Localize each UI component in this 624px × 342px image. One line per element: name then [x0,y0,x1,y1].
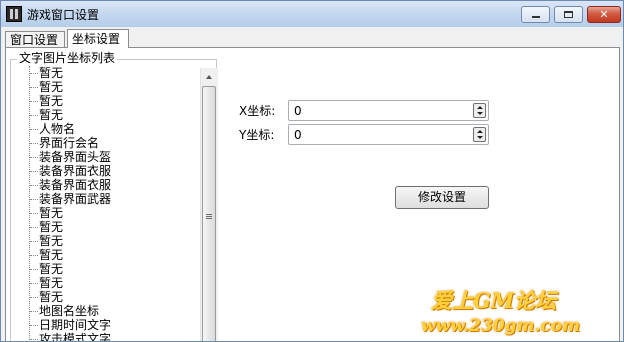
title-bar[interactable]: 游戏窗口设置 ✕ [1,1,623,27]
tree-item[interactable]: 暂无 [16,66,201,80]
watermark-url: www.230gm.com [421,316,581,336]
tree-item-label: 地图名坐标 [39,304,100,318]
tree-branch-line [30,129,38,130]
tree-branch-line [30,185,38,186]
window-title: 游戏窗口设置 [27,8,100,22]
tree-item-label: 暂无 [39,206,64,220]
y-coordinate-field[interactable]: 0 [288,124,489,145]
tree-item-label: 暂无 [39,66,64,80]
app-icon [6,6,22,22]
tree-item[interactable]: 日期时间文字 [16,318,201,332]
tree-item-label: 暂无 [39,248,64,262]
tree-item[interactable]: 暂无 [16,234,201,248]
spin-up-icon [477,106,483,109]
tab-window-settings[interactable]: 窗口设置 [5,31,65,47]
tree-item[interactable]: 暂无 [16,80,201,94]
tree-branch-line [30,171,38,172]
maximize-button[interactable] [554,6,583,23]
tree-item[interactable]: 人物名 [16,122,201,136]
tree-branch-line [30,325,38,326]
tree-branch-line [30,115,38,116]
tree-item-label: 暂无 [39,262,64,276]
tree-item-label: 日期时间文字 [39,318,112,332]
tree-item[interactable]: 暂无 [16,276,201,290]
tree-branch-line [30,297,38,298]
tree-item-label: 暂无 [39,108,64,122]
x-coordinate-field[interactable]: 0 [288,100,489,121]
tree-item-label: 人物名 [39,122,76,136]
tree-item[interactable]: 攻击模式文字 [16,332,201,342]
y-coordinate-value: 0 [294,128,302,142]
tree-item[interactable]: 界面行会名 [16,136,201,150]
x-coordinate-value: 0 [294,104,302,118]
tree-branch-line [30,199,38,200]
tree-branch-line [30,213,38,214]
tree-item[interactable]: 装备界面衣服 [16,178,201,192]
tree-item[interactable]: 暂无 [16,290,201,304]
tree-group-label: 文字图片坐标列表 [17,51,118,65]
tree-branch-line [30,101,38,102]
tree-item[interactable]: 装备界面头盔 [16,150,201,164]
tree-item[interactable]: 暂无 [16,220,201,234]
tree-item-label: 暂无 [39,80,64,94]
tree-item[interactable]: 装备界面武器 [16,192,201,206]
watermark-title: 爱上GM论坛 [431,288,557,313]
x-spin-button[interactable] [473,103,486,118]
tree-item-label: 装备界面衣服 [39,164,112,178]
spin-down-icon [477,136,483,139]
tree-item[interactable]: 暂无 [16,94,201,108]
scroll-up-arrow-icon[interactable] [201,68,217,85]
tree-branch-line [30,311,38,312]
tree-branch-line [30,283,38,284]
tree-item-label: 暂无 [39,276,64,290]
grip-line [206,214,212,215]
x-coordinate-label: X坐标: [239,104,276,118]
tree-item-label: 暂无 [39,220,64,234]
tree-branch-line [30,227,38,228]
tree-branch-line [30,143,38,144]
y-coordinate-label: Y坐标: [239,128,275,142]
tree-branch-line [30,241,38,242]
coordinate-tree[interactable]: 暂无 暂无 暂无 暂无 人物名 界面行会名 装备界面头盔 装备界面衣服 装备界面衣服 装备界面武器… [16,66,201,342]
tree-item-label: 界面行会名 [39,136,100,150]
tree-item-label: 装备界面武器 [39,192,112,206]
tree-branch-line [30,269,38,270]
tree-branch-line [30,87,38,88]
tree-branch-line [30,73,38,74]
tree-item[interactable]: 暂无 [16,248,201,262]
tab-coordinate-settings[interactable]: 坐标设置 [67,29,129,48]
close-button[interactable]: ✕ [587,6,621,23]
tree-branch-line [30,339,38,340]
tree-scrollbar[interactable] [200,68,218,341]
tree-item-label: 装备界面衣服 [39,178,112,192]
spin-down-icon [477,112,483,115]
minimize-button[interactable] [521,6,550,23]
tree-item-label: 暂无 [39,94,64,108]
tree-item[interactable]: 暂无 [16,108,201,122]
maximize-icon [564,11,573,18]
minimize-icon [532,16,540,18]
tree-item-label: 装备界面头盔 [39,150,112,164]
scroll-thumb[interactable] [202,86,216,341]
tree-item-label: 暂无 [39,234,64,248]
tree-branch-line [30,255,38,256]
close-icon: ✕ [599,8,609,21]
tree-item[interactable]: 暂无 [16,206,201,220]
tree-item[interactable]: 装备界面衣服 [16,164,201,178]
tree-item-label: 攻击模式文字 [39,332,112,342]
grip-line [206,218,212,219]
tree-item[interactable]: 地图名坐标 [16,304,201,318]
spin-up-icon [477,130,483,133]
apply-settings-button[interactable]: 修改设置 [395,186,489,209]
grip-line [206,216,212,217]
y-spin-button[interactable] [473,127,486,142]
tree-branch-line [30,157,38,158]
tree-item-label: 暂无 [39,290,64,304]
tree-item[interactable]: 暂无 [16,262,201,276]
app-window: 游戏窗口设置 ✕ 窗口设置 坐标设置 文字图片坐标列表 暂无 暂无 暂无 暂无 人物名界… [0,0,624,342]
